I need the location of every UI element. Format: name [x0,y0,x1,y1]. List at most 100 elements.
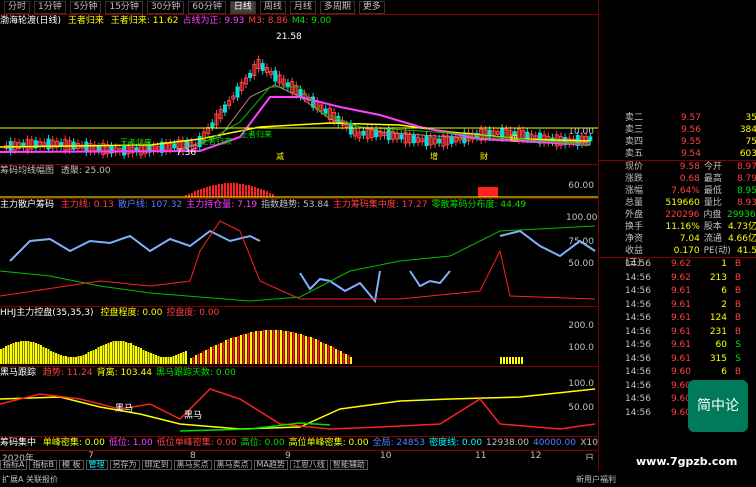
indicator-name[interactable]: 王者归来 [68,16,104,26]
period-button[interactable]: 月线 [289,0,316,14]
signal-tag: 王者归来 [120,137,152,147]
indicator-value: 占线为正: 9.93 [182,16,245,26]
chip-bar [206,187,208,197]
control-bar [500,357,502,364]
status-bar: 扩展A 关联报价 新用户福利 [0,472,756,487]
status-right[interactable]: 新用户福利 [576,472,616,487]
candle [336,116,341,124]
tick-row: 14:56 9.60 6 B [625,367,741,377]
chip-bar [236,183,238,197]
indicator-value: 趋势: 11.24 [42,368,93,378]
control-bar [110,342,112,364]
control-bar [257,331,260,364]
control-bar [7,345,10,364]
period-button[interactable]: 分时 [4,0,31,14]
control-bar [317,340,320,364]
indicator-tab[interactable]: 另存为 [109,460,140,470]
control-bar [182,352,185,364]
control-bar [0,349,2,364]
period-button[interactable]: 5分钟 [69,0,102,14]
indicator-tab[interactable]: 模 板 [58,460,84,470]
control-bar [195,355,197,364]
indicator-tab[interactable]: MA趋势 [253,460,288,470]
chip-bar [248,185,250,197]
hhj-control-panel[interactable]: HHJ主力控盘(35,35,3) 控盘程度: 0.00 控盘度: 0.00 200… [0,306,598,367]
panel1-chart[interactable] [0,177,598,199]
control-bar [125,342,127,364]
control-bar [509,357,511,364]
control-bar [247,333,250,364]
period-button[interactable]: 更多 [358,0,385,14]
control-bar [207,349,210,364]
indicator-tab[interactable]: 智能辅助 [329,460,368,470]
control-bar [115,341,117,364]
period-button[interactable]: 日线 [229,0,256,14]
kline-chart[interactable]: 21.587.36王者归来 王者归来王者归来减增财赔 [0,27,598,165]
stat-row: 外盘220296内盘299364 [625,210,756,220]
chip-bar [257,188,259,197]
main-hold [0,220,596,300]
control-bar [515,357,517,364]
chip-bar [215,185,217,197]
dark-horse-panel[interactable]: 黑马跟踪 趋势: 11.24 背离: 103.44 黑马跟踪天数: 0.00 100… [0,366,598,437]
panel2-header: 主力散户筹码 主力线: 0.13 散户线: 107.32 主力持仓量: 7.19 指数… [0,199,598,211]
indicator-tab[interactable]: 绑定到 [141,460,172,470]
period-button[interactable]: 多周期 [319,0,355,14]
panel2-axis-top: 100.00 [566,213,598,223]
control-bar [95,349,97,364]
candle [298,89,303,97]
panel3-chart[interactable] [0,319,598,367]
signal-tag: 增 [430,151,438,161]
indicator-tab[interactable]: 黑马买点 [173,460,212,470]
main-retail-chip-panel[interactable]: 主力散户筹码 主力线: 0.13 散户线: 107.32 主力持仓量: 7.19 指数… [0,198,598,307]
indicator-value: 主力筹码集中度: 17.27 [332,200,428,210]
period-button[interactable]: 60分钟 [188,0,226,14]
control-bar [5,346,7,364]
chip-bar [263,190,265,197]
control-bar [295,333,297,364]
candle [210,122,215,128]
watermark-logo: 简中论 [688,380,748,432]
indicator-tab[interactable]: 黑马卖点 [213,460,252,470]
status-left[interactable]: 扩展A 关联报价 [2,475,58,484]
period-button[interactable]: 30分钟 [146,0,185,14]
indicator-tab[interactable]: 江恩八线 [289,460,328,470]
control-bar [20,341,22,364]
control-bar [87,352,90,364]
chip-concentration-panel[interactable]: 筹码集中 单峰密集: 0.00 低位: 1.00 低位单峰密集: 0.00 高位: 0… [0,436,598,451]
panel2-title: 主力散户筹码 [0,200,55,210]
control-bar [347,355,350,364]
chip-bar [239,184,241,197]
chip-bar [200,189,202,197]
candle [96,146,101,152]
chip-bar [230,183,232,197]
control-bar [130,343,132,364]
stat-row: 收益(三) 0.170 PE(动) 41.5 [625,246,756,268]
control-bar [260,331,262,364]
candle [386,129,391,141]
control-bar [262,330,265,364]
tick-row: 14:56 9.61 2 B [625,299,741,310]
indicator-tab[interactable]: 指标B [29,460,57,470]
main-kline-panel[interactable]: 渤海轮渡(日线) 王者归来 王者归来: 11.62 占线为正: 9.93 M3: 8… [0,14,598,165]
indicator-tab[interactable]: 指标A [0,460,28,470]
control-bar [302,335,305,364]
period-button[interactable]: 1分钟 [34,0,66,14]
period-button[interactable]: 15分钟 [105,0,143,14]
control-bar [521,357,523,364]
panel4-chart[interactable] [0,379,598,437]
panel2-chart[interactable] [0,211,598,307]
control-bar [225,340,227,364]
control-bar [255,331,257,364]
control-bar [135,346,137,364]
control-bar [117,341,120,364]
indicator-tab[interactable]: 管理 [85,460,108,470]
period-button[interactable]: 周线 [259,0,286,14]
signal-tag: 减 [276,151,284,161]
control-bar [2,348,5,364]
chip-ma-panel[interactable]: 筹码均线幅图 透聚: 25.00 60.00 [0,164,598,199]
control-bar [307,337,310,364]
control-bar [180,353,182,364]
control-bar [57,354,60,364]
candle [348,123,353,135]
